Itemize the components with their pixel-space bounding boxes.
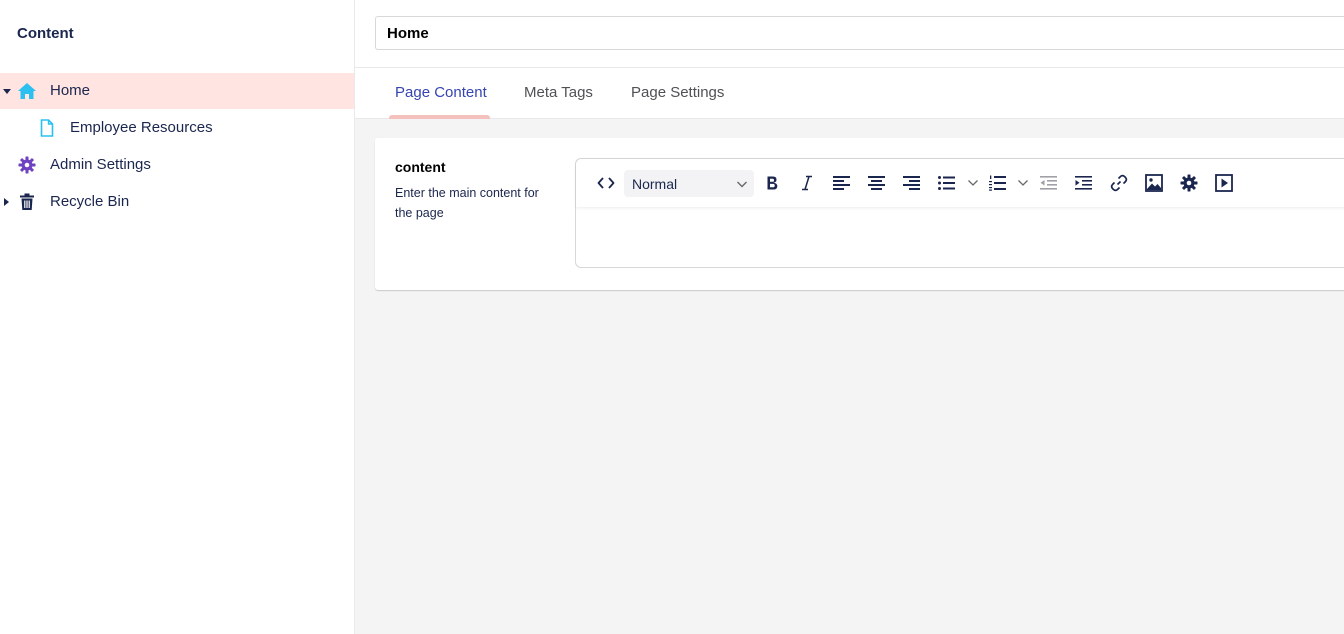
caret-down-icon[interactable] — [3, 89, 11, 94]
tree-item-label: Recycle Bin — [50, 193, 130, 210]
tab-page-settings[interactable]: Page Settings — [631, 84, 724, 101]
chevron-down-icon — [736, 177, 748, 195]
sidebar-title: Content — [17, 25, 74, 42]
property-description: Enter the main content for the page — [395, 186, 539, 220]
outdent-icon[interactable] — [1039, 173, 1059, 193]
content-sidebar: Content Home Employee Resources Admin Se… — [0, 0, 355, 634]
bold-icon[interactable] — [762, 173, 782, 193]
indent-icon[interactable] — [1074, 173, 1094, 193]
tree-item-employee-resources[interactable]: Employee Resources — [0, 110, 354, 146]
tree-item-label: Employee Resources — [70, 119, 213, 136]
tab-meta-tags[interactable]: Meta Tags — [524, 84, 593, 101]
rich-text-editor: Normal — [575, 158, 1344, 268]
numbered-list-icon[interactable] — [988, 173, 1008, 193]
editor-body[interactable] — [576, 207, 1344, 267]
code-icon[interactable] — [596, 173, 616, 193]
format-select[interactable]: Normal — [624, 170, 754, 197]
content-tabs: Page Content Meta Tags Page Settings — [355, 68, 1344, 119]
align-center-icon[interactable] — [867, 173, 887, 193]
align-right-icon[interactable] — [902, 173, 922, 193]
chevron-down-icon[interactable] — [1017, 176, 1029, 188]
node-name-input[interactable] — [375, 16, 1344, 50]
active-tab-indicator — [389, 115, 490, 119]
italic-icon[interactable] — [797, 173, 817, 193]
chevron-down-icon[interactable] — [967, 176, 979, 188]
document-icon — [37, 118, 57, 138]
trash-icon — [17, 192, 37, 212]
tree-item-recycle-bin[interactable]: Recycle Bin — [0, 184, 354, 220]
image-icon[interactable] — [1144, 173, 1164, 193]
caret-right-icon[interactable] — [4, 198, 9, 206]
format-select-value: Normal — [632, 176, 678, 192]
main-editor: Page Content Meta Tags Page Settings con… — [355, 0, 1344, 634]
link-icon[interactable] — [1109, 173, 1129, 193]
tree-item-label: Home — [50, 82, 91, 99]
gear-icon[interactable] — [1179, 173, 1199, 193]
bullet-list-icon[interactable] — [937, 173, 957, 193]
tree-item-home[interactable]: Home — [0, 73, 354, 109]
editor-toolbar: Normal — [576, 159, 1344, 207]
media-icon[interactable] — [1214, 173, 1234, 193]
align-left-icon[interactable] — [832, 173, 852, 193]
home-icon — [17, 81, 37, 101]
tree-item-admin-settings[interactable]: Admin Settings — [0, 147, 354, 183]
gear-icon — [17, 155, 37, 175]
tree-item-label: Admin Settings — [50, 156, 151, 173]
content-tree: Home Employee Resources Admin Settings R… — [0, 73, 354, 221]
content-property-panel: content Enter the main content for the p… — [375, 138, 1344, 290]
property-label: content — [395, 159, 446, 175]
editor-header — [355, 0, 1344, 68]
tab-page-content[interactable]: Page Content — [395, 84, 487, 101]
